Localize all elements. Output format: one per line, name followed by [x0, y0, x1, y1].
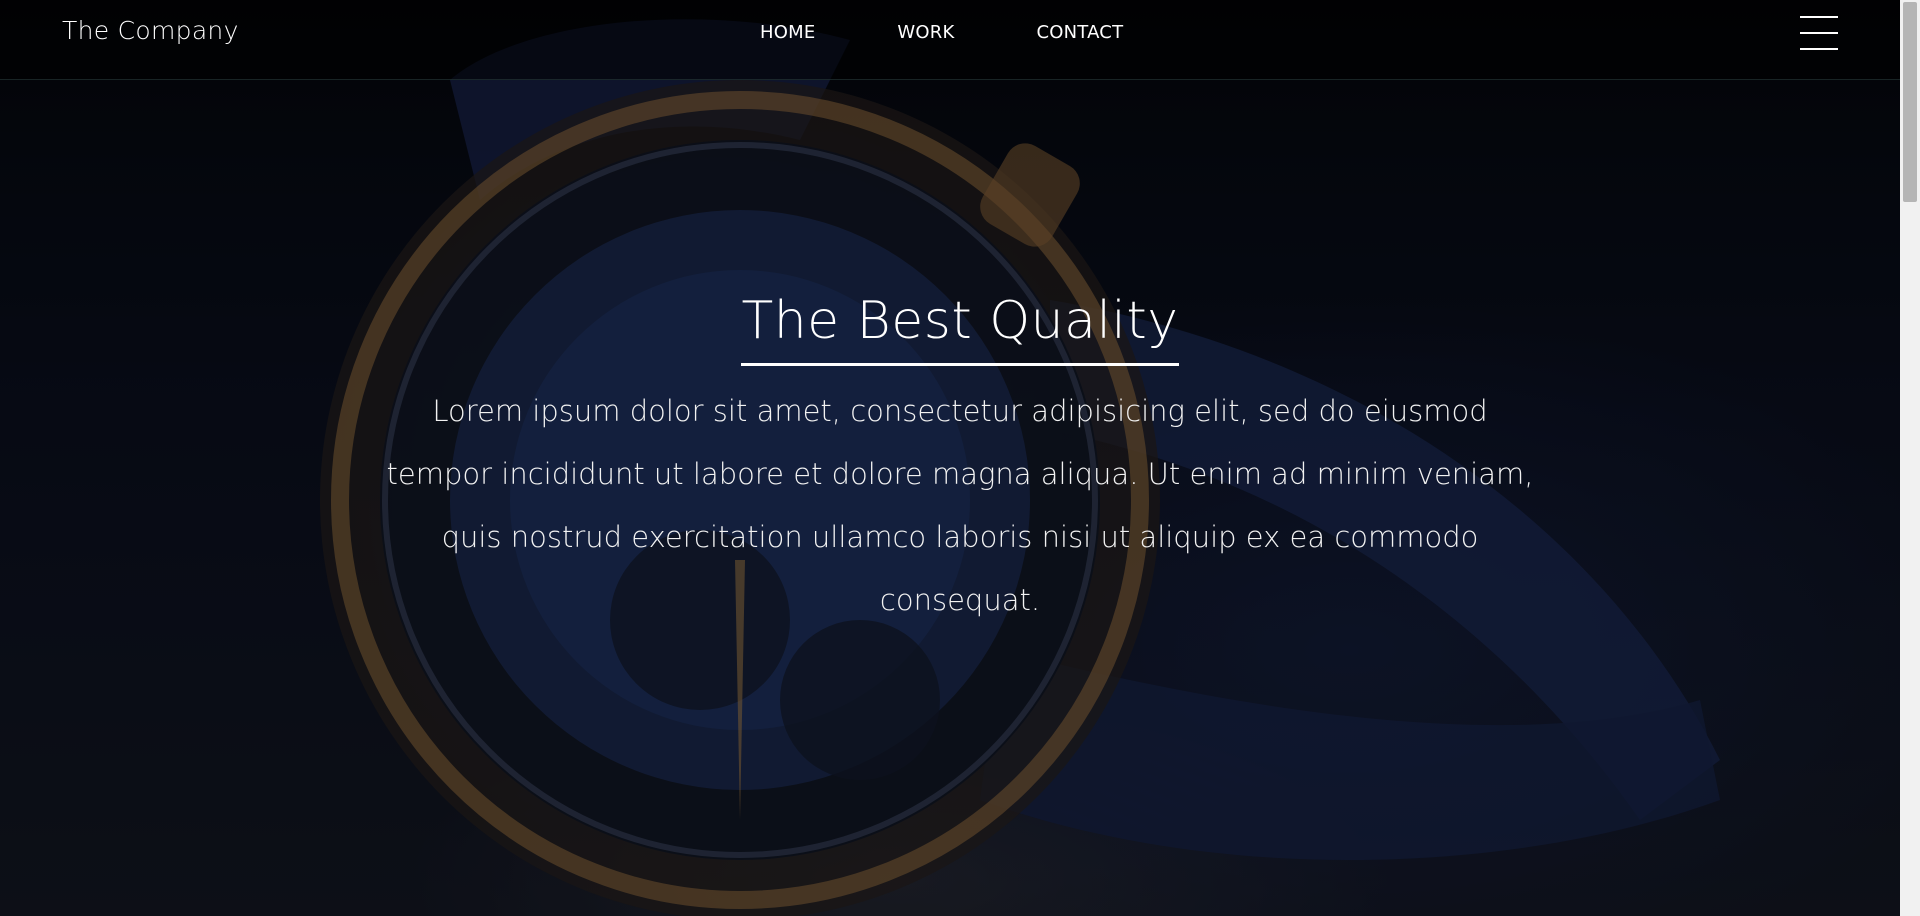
brand-logo[interactable]: The Company [62, 16, 239, 45]
hamburger-line [1800, 32, 1838, 34]
hero-description: Lorem ipsum dolor sit amet, consectetur … [386, 394, 1534, 617]
nav-item-home[interactable]: HOME [760, 22, 815, 43]
nav-item-work[interactable]: WORK [897, 22, 954, 43]
main-nav: HOME WORK CONTACT [760, 22, 1123, 43]
hero-title: The Best Quality [741, 285, 1179, 366]
page-scrollbar[interactable] [1900, 0, 1920, 916]
hamburger-line [1800, 16, 1838, 18]
site-header: The Company HOME WORK CONTACT [0, 0, 1900, 80]
scrollbar-thumb[interactable] [1903, 2, 1917, 202]
hero-section: The Best Quality Lorem ipsum dolor sit a… [360, 285, 1560, 632]
hamburger-icon[interactable] [1800, 14, 1838, 52]
nav-item-contact[interactable]: CONTACT [1037, 22, 1124, 43]
hamburger-line [1800, 48, 1838, 50]
